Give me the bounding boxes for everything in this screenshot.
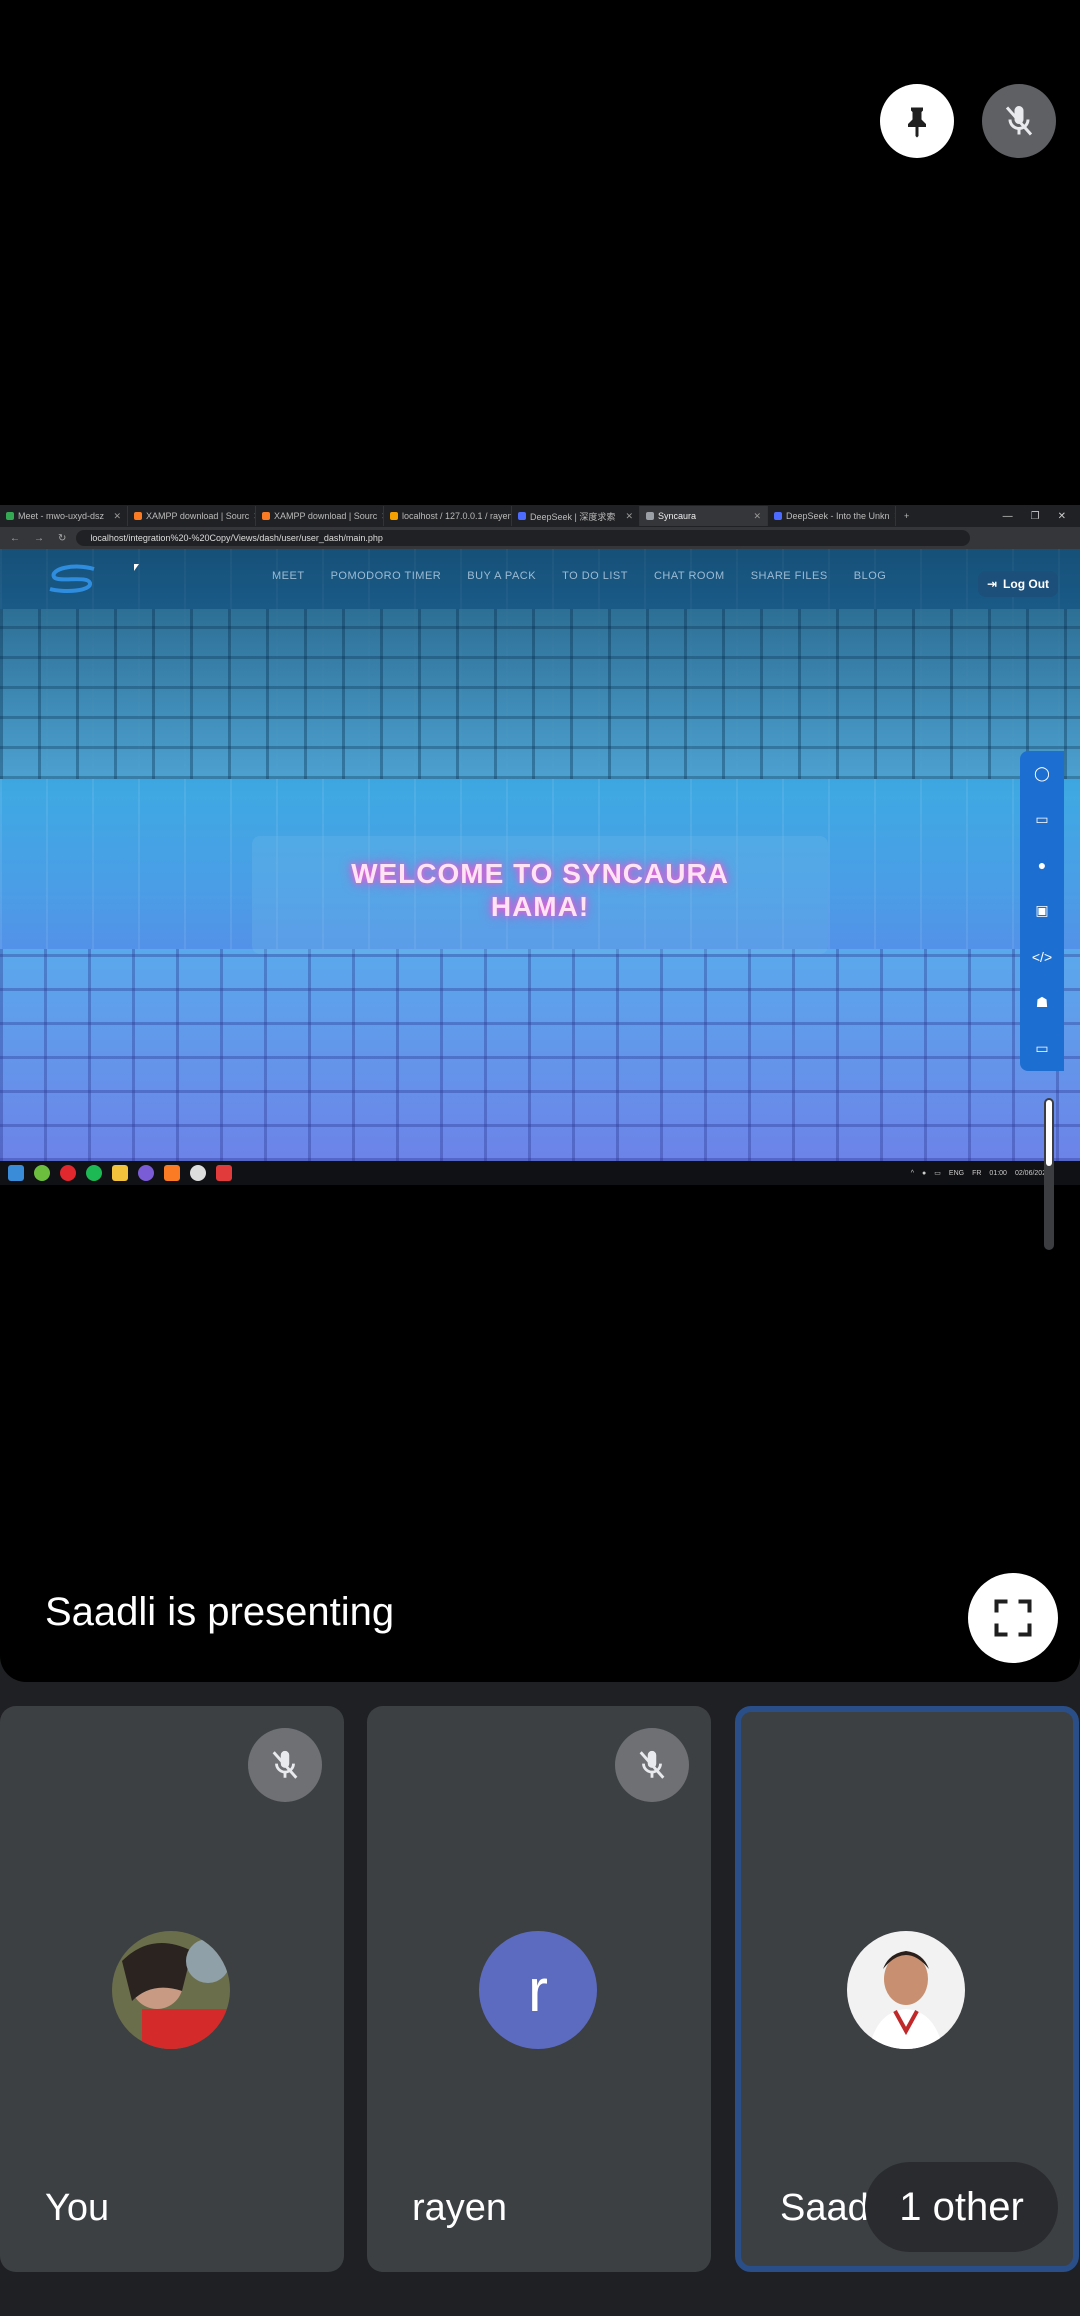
logout-icon: ⇥ [986, 577, 998, 591]
side-dock: ◯ ▭ ● ▣ </> ☗ ▭ [1020, 751, 1064, 1071]
syncaura-site: MEET POMODORO TIMER BUY A PACK TO DO LIS… [0, 549, 1080, 1161]
mic-off-indicator [615, 1728, 689, 1802]
mic-off-icon [1005, 106, 1033, 136]
close-window-icon[interactable]: ✕ [1058, 511, 1066, 522]
scrollbar-thumb[interactable] [1046, 1100, 1052, 1166]
fullscreen-button[interactable] [968, 1573, 1058, 1663]
github-icon[interactable]: ● [1031, 854, 1053, 876]
globe-icon[interactable]: ◯ [1031, 763, 1053, 785]
nav-blog[interactable]: BLOG [854, 570, 887, 582]
restore-icon[interactable]: ❐ [1031, 511, 1040, 522]
browser-tab[interactable]: XAMPP download | Sourc✕ [128, 506, 256, 526]
site-header: MEET POMODORO TIMER BUY A PACK TO DO LIS… [0, 549, 1080, 609]
syncaura-logo [49, 564, 95, 593]
nav-buy-pack[interactable]: BUY A PACK [467, 570, 536, 582]
nav-todo[interactable]: TO DO LIST [562, 570, 628, 582]
url-field[interactable]: localhost/integration%20-%20Copy/Views/d… [76, 530, 970, 546]
logout-button[interactable]: ⇥ Log Out [978, 571, 1058, 597]
participant-name: rayen [412, 2187, 508, 2229]
chrome-icon[interactable] [190, 1165, 206, 1181]
monitor-icon[interactable]: ▭ [1031, 1037, 1053, 1059]
mic-off-indicator [248, 1728, 322, 1802]
xampp-icon[interactable] [164, 1165, 180, 1181]
file-explorer-icon[interactable] [112, 1165, 128, 1181]
browser-tab[interactable]: XAMPP download | Sourc✕ [256, 506, 384, 526]
tab-favicon [646, 512, 654, 520]
system-tray: ^ ● ▭ ENG FR 01:00 02/06/2025 [910, 1169, 1050, 1178]
back-icon[interactable]: ← [10, 533, 20, 544]
nav-chat-room[interactable]: CHAT ROOM [654, 570, 725, 582]
tab-favicon [6, 512, 14, 520]
gamepad-icon[interactable]: ▭ [1031, 809, 1053, 831]
participant-tile-you[interactable]: You [0, 1706, 344, 2272]
presenting-label: Saadli is presenting [45, 1590, 395, 1634]
nav-share-files[interactable]: SHARE FILES [751, 570, 828, 582]
welcome-heading: WELCOME TO SYNCAURA HAMA! [351, 858, 729, 922]
app-icon[interactable] [34, 1165, 50, 1181]
browser-tab-active[interactable]: Syncaura ✕ [640, 506, 768, 526]
tray-network-icon: ▭ [934, 1170, 941, 1177]
shared-screen: Meet - mwo-uxyd-dsz ✕ XAMPP download | So… [0, 505, 1080, 1185]
other-participants-pill[interactable]: 1 other [865, 2162, 1058, 2252]
nav-pomodoro[interactable]: POMODORO TIMER [331, 570, 442, 582]
browser-tab[interactable]: DeepSeek - Into the Unkn✕ [768, 506, 896, 526]
opera-icon[interactable] [60, 1165, 76, 1181]
tab-favicon [774, 512, 782, 520]
browser-tab[interactable]: localhost / 127.0.0.1 / rayen✕ [384, 506, 512, 526]
minimize-icon[interactable]: — [1003, 511, 1013, 522]
windows-start-icon[interactable] [8, 1165, 24, 1181]
participant-name: You [45, 2187, 110, 2229]
mic-off-icon [272, 1750, 298, 1779]
app-icon[interactable] [138, 1165, 154, 1181]
presenter-mic-off-button[interactable] [982, 84, 1056, 158]
users-icon[interactable]: ☗ [1031, 991, 1053, 1013]
ceiling-blocks [0, 609, 1080, 779]
presentation-stage: Meet - mwo-uxyd-dsz ✕ XAMPP download | So… [0, 0, 1080, 1682]
reload-icon[interactable]: ↻ [58, 533, 66, 544]
code-icon[interactable]: </> [1031, 946, 1053, 968]
tray-chevron-icon[interactable]: ^ [911, 1170, 914, 1177]
tab-favicon [134, 512, 142, 520]
avatar [847, 1931, 965, 2049]
site-nav: MEET POMODORO TIMER BUY A PACK TO DO LIS… [272, 570, 886, 582]
mouse-cursor [134, 564, 139, 571]
robot-icon[interactable]: ▣ [1031, 900, 1053, 922]
avatar: r [479, 1931, 597, 2049]
browser-tab[interactable]: Meet - mwo-uxyd-dsz ✕ [0, 506, 128, 526]
fullscreen-icon [994, 1599, 1032, 1637]
mic-off-icon [639, 1750, 665, 1779]
avatar [112, 1931, 230, 2049]
tab-favicon [390, 512, 398, 520]
pin-button[interactable] [880, 84, 954, 158]
tab-favicon [262, 512, 270, 520]
window-controls: — ❐ ✕ [1003, 511, 1080, 522]
browser-tab-bar: Meet - mwo-uxyd-dsz ✕ XAMPP download | So… [0, 505, 1080, 527]
forward-icon[interactable]: → [34, 533, 44, 544]
os-taskbar: ^ ● ▭ ENG FR 01:00 02/06/2025 [0, 1161, 1080, 1185]
spotify-icon[interactable] [86, 1165, 102, 1181]
tray-mic-icon: ● [922, 1169, 927, 1177]
nav-meet[interactable]: MEET [272, 570, 305, 582]
participant-tile-rayen[interactable]: r rayen [367, 1706, 711, 2272]
browser-tab[interactable]: DeepSeek | 深度求索 ✕ [512, 506, 640, 526]
pin-icon [908, 107, 926, 138]
new-tab-icon[interactable]: + [896, 511, 909, 521]
floor-blocks [0, 949, 1080, 1161]
tab-favicon [518, 512, 526, 520]
browser-address-bar: ← → ↻ localhost/integration%20-%20Copy/V… [0, 527, 1080, 549]
app-icon[interactable] [216, 1165, 232, 1181]
